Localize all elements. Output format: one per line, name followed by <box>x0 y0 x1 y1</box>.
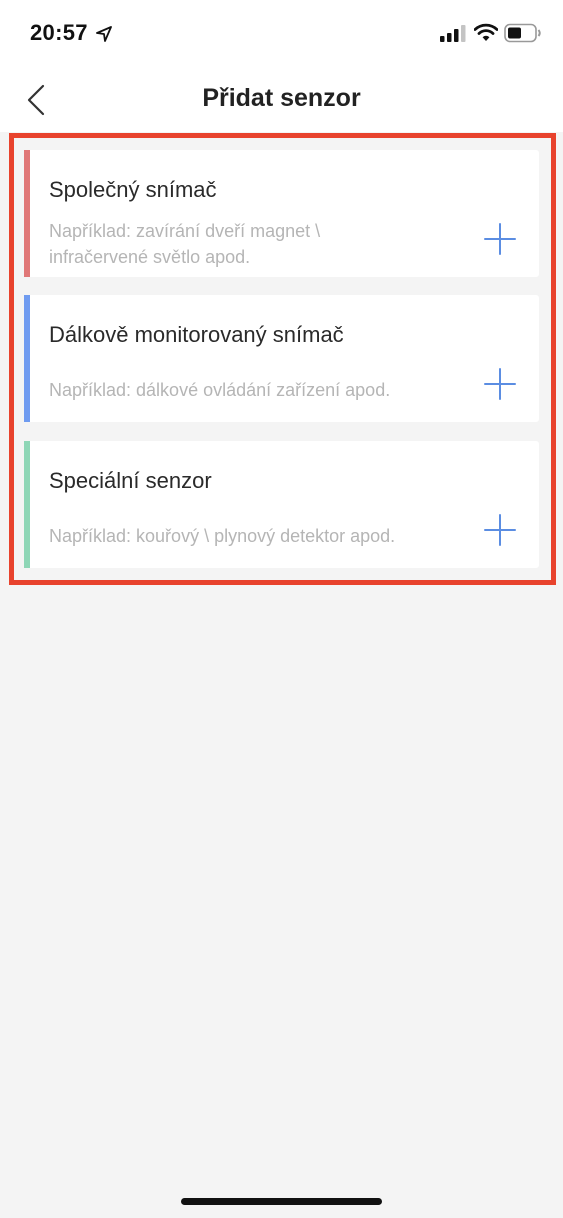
card-description: Například: kouřový \ plynový detektor ap… <box>49 526 396 546</box>
plus-icon[interactable] <box>483 367 517 401</box>
screen: 20:57 Přidat senzor Společný snímač Např… <box>0 0 563 1218</box>
sensor-card-special[interactable]: Speciální senzor Například: kouřový \ pl… <box>24 441 539 568</box>
sensor-card-common[interactable]: Společný snímač Například: zavírání dveř… <box>24 150 539 277</box>
plus-icon[interactable] <box>483 513 517 547</box>
battery-icon <box>504 23 541 43</box>
card-color-bar <box>24 441 30 568</box>
location-arrow-icon <box>96 26 112 42</box>
card-title: Dálkově monitorovaný snímač <box>49 322 344 347</box>
status-time: 20:57 <box>30 20 88 45</box>
card-description-line: Například: zavírání dveří magnet \ <box>49 221 321 241</box>
header-area: 20:57 Přidat senzor <box>0 0 563 132</box>
page-title: Přidat senzor <box>202 84 361 112</box>
cellular-signal-icon <box>440 25 466 42</box>
card-description: Například: zavírání dveří magnet \ infra… <box>49 218 449 270</box>
card-title: Speciální senzor <box>49 468 212 493</box>
plus-icon[interactable] <box>483 222 517 256</box>
card-description: Například: dálkové ovládání zařízení apo… <box>49 380 391 400</box>
navigation-bar: Přidat senzor <box>0 68 563 132</box>
status-bar: 20:57 <box>0 0 563 68</box>
home-indicator[interactable] <box>181 1198 382 1205</box>
card-color-bar <box>24 150 30 277</box>
card-title: Společný snímač <box>49 177 217 202</box>
wifi-icon <box>474 23 498 41</box>
card-color-bar <box>24 295 30 422</box>
sensor-card-remote[interactable]: Dálkově monitorovaný snímač Například: d… <box>24 295 539 422</box>
card-description-line: infračervené světlo apod. <box>49 247 251 267</box>
